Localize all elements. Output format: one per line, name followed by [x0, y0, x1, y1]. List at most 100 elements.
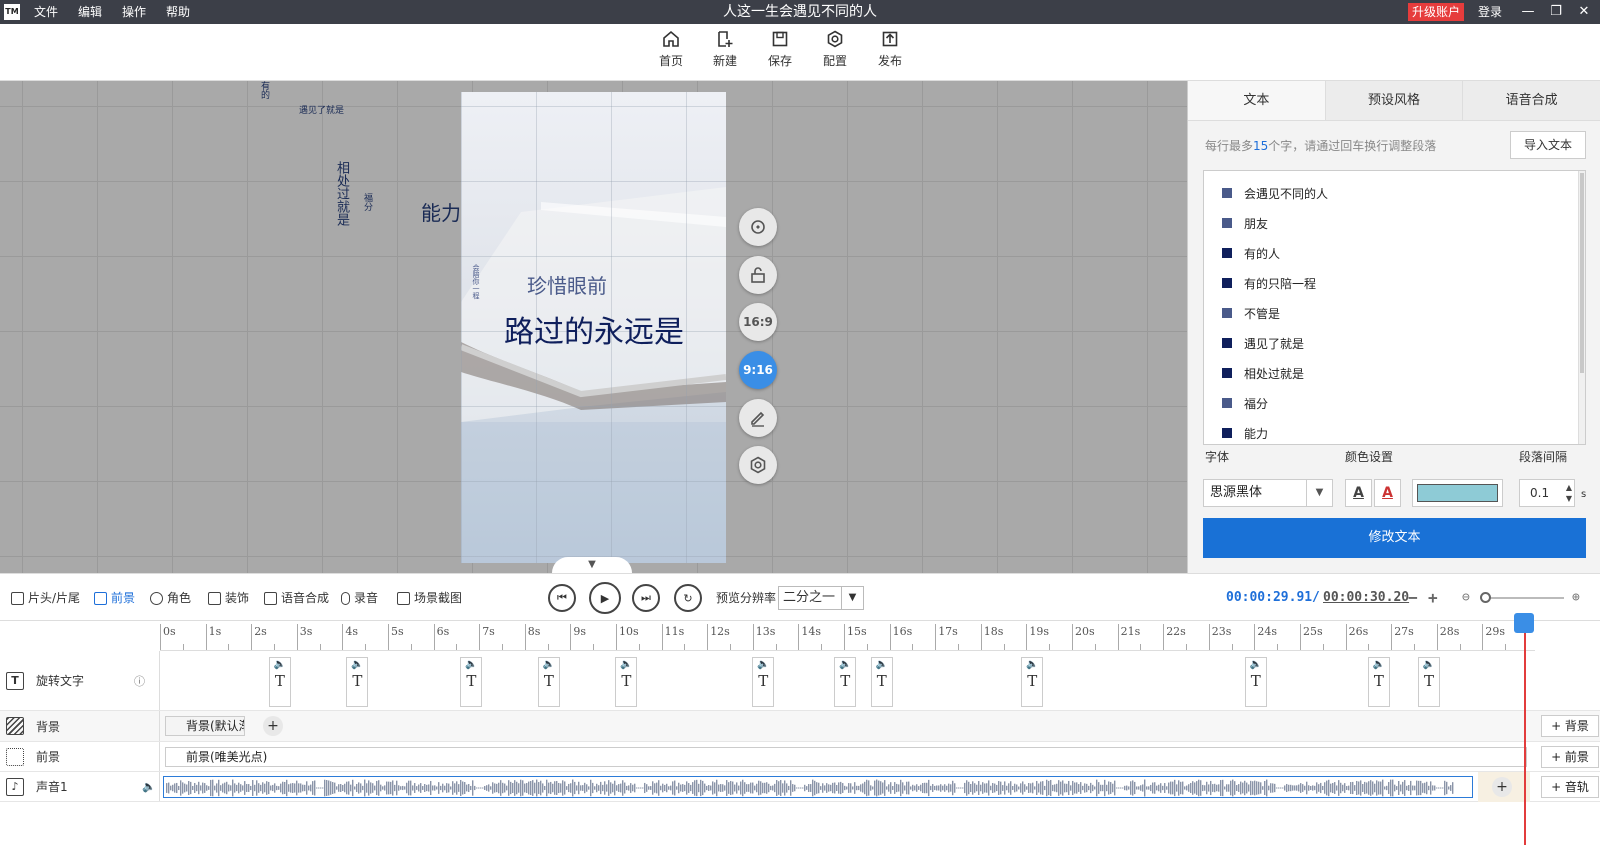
edit-button[interactable] — [739, 399, 777, 437]
canvas-text-fufen[interactable]: 福分 — [361, 193, 374, 211]
import-text-button[interactable]: 导入文本 — [1510, 131, 1586, 159]
modify-text-button[interactable]: 修改文本 — [1203, 518, 1586, 558]
add-audio-track-button[interactable]: + 音轨 — [1541, 776, 1599, 798]
text-clip-marker[interactable]: 🔈 T — [1021, 657, 1044, 707]
text-list-item[interactable]: 有的只陪一程 — [1222, 273, 1316, 293]
text-list-scrollbar[interactable] — [1578, 171, 1585, 444]
zoom-slider[interactable] — [1480, 592, 1564, 603]
save-button[interactable]: 保存 — [755, 30, 805, 69]
foreground-clip[interactable]: 前景(唯美光点) — [165, 747, 1527, 767]
text-clip-marker[interactable]: 🔈 T — [834, 657, 857, 707]
menu-help[interactable]: 帮助 — [166, 0, 190, 24]
ratio-9-16-button[interactable]: 9:16 — [739, 351, 777, 389]
tab-speech-synthesis[interactable]: 语音合成 — [1463, 81, 1600, 120]
record-button[interactable]: 录音 — [341, 574, 378, 622]
text-list-item[interactable]: 朋友 — [1222, 213, 1268, 233]
add-audio-clip-button[interactable]: + — [1492, 777, 1512, 797]
zoom-in-icon[interactable]: ⊕ — [1572, 574, 1580, 622]
speaker-icon[interactable]: 🔈 — [142, 780, 156, 793]
minimize-icon[interactable]: — — [1516, 0, 1540, 24]
publish-button[interactable]: 发布 — [865, 30, 915, 69]
menu-operate[interactable]: 操作 — [122, 0, 146, 24]
intro-outro-button[interactable]: 片头/片尾 — [11, 574, 80, 622]
resolution-select[interactable]: 二分之一 ▼ — [778, 586, 864, 610]
replay-button[interactable]: ↻ — [674, 584, 702, 612]
canvas-text-xiangchu[interactable]: 相处过就是 — [332, 161, 351, 226]
canvas-text-nengli[interactable]: 能力 — [421, 197, 461, 226]
background-clip[interactable]: 背景(默认渐 — [165, 716, 245, 736]
menu-file[interactable]: 文件 — [34, 0, 58, 24]
text-clip-marker[interactable]: 🔈 T — [268, 657, 291, 707]
help-icon[interactable]: ⓘ — [134, 673, 145, 689]
text-list-item[interactable]: 会遇见不同的人 — [1222, 183, 1328, 203]
ratio-16-9-button[interactable]: 16:9 — [739, 303, 777, 341]
color-swatch[interactable] — [1412, 479, 1503, 507]
add-foreground-button[interactable]: + 前景 — [1541, 746, 1599, 768]
zoom-slider-knob[interactable] — [1480, 592, 1491, 603]
time-minus-button[interactable]: − — [1408, 574, 1418, 622]
speech-synthesis-button[interactable]: 语音合成 — [264, 574, 329, 622]
text-clip-marker[interactable]: 🔈 T — [615, 657, 638, 707]
text-clip-marker[interactable]: 🔈 T — [1367, 657, 1390, 707]
role-button[interactable]: 角色 — [150, 574, 191, 622]
preview-text-small[interactable]: 会陪你一程 — [471, 264, 481, 299]
text-list-item[interactable]: 相处过就是 — [1222, 363, 1304, 383]
unlock-button[interactable] — [739, 256, 777, 294]
close-icon[interactable]: ✕ — [1572, 0, 1596, 24]
add-background-clip-button[interactable]: + — [263, 716, 283, 736]
upgrade-account-button[interactable]: 升级账户 — [1408, 3, 1465, 21]
tab-preset-style[interactable]: 预设风格 — [1325, 81, 1464, 120]
home-button[interactable]: 首页 — [646, 30, 696, 69]
font-select[interactable]: 思源黑体 ▼ — [1203, 479, 1333, 507]
canvas-text-yujian[interactable]: 遇见了就是 — [299, 103, 344, 116]
collapse-panel-button[interactable]: ▼ — [552, 557, 632, 573]
menu-edit[interactable]: 编辑 — [78, 0, 102, 24]
text-list-item[interactable]: 遇见了就是 — [1222, 333, 1304, 353]
text-list-item[interactable]: 福分 — [1222, 393, 1268, 413]
spacing-input[interactable]: 0.1 ▲ ▼ — [1519, 479, 1575, 507]
font-color-button[interactable]: A — [1345, 479, 1372, 507]
text-clip-marker[interactable]: 🔈 T — [346, 657, 369, 707]
text-clip-marker[interactable]: 🔈 T — [870, 657, 893, 707]
config-button[interactable]: 配置 — [810, 30, 860, 69]
text-clip-marker[interactable]: 🔈 T — [752, 657, 775, 707]
prev-frame-button[interactable]: ⏮ — [548, 584, 576, 612]
time-plus-button[interactable]: + — [1428, 574, 1438, 622]
ruler-tick — [1391, 624, 1393, 650]
canvas-text-youde[interactable]: 有的 — [258, 81, 271, 99]
rotate-button[interactable] — [739, 208, 777, 246]
text-list-item[interactable]: 能力 — [1222, 423, 1268, 443]
text-clip-marker[interactable]: 🔈 T — [460, 657, 483, 707]
restore-icon[interactable]: ❐ — [1544, 0, 1568, 24]
text-clip-marker[interactable]: 🔈 T — [1244, 657, 1267, 707]
text-clip-marker[interactable]: 🔈 T — [1418, 657, 1440, 707]
playhead[interactable] — [1524, 621, 1526, 845]
text-clip-marker[interactable]: 🔈 T — [537, 657, 560, 707]
time-ruler[interactable]: 0s 1s 2s 3s 4s 5s 6s 7s 8s 9s 10s 11s 12s 13s 14s 15s 16… — [160, 621, 1535, 651]
add-background-button[interactable]: + 背景 — [1541, 715, 1599, 737]
timeline[interactable]: 0s 1s 2s 3s 4s 5s 6s 7s 8s 9s 10s 11s 12s 13s 14s 15s 16… — [0, 613, 1600, 845]
outline-color-button[interactable]: A — [1374, 479, 1401, 507]
text-list-item[interactable]: 不管是 — [1222, 303, 1280, 323]
play-button[interactable]: ▶ — [589, 582, 621, 614]
zoom-out-icon[interactable]: ⊖ — [1462, 574, 1470, 622]
spinner-icon[interactable]: ▲ ▼ — [1566, 482, 1572, 504]
foreground-button[interactable]: 前景 — [94, 574, 135, 622]
text-list-item[interactable]: 有的人 — [1222, 243, 1280, 263]
tab-text[interactable]: 文本 — [1188, 81, 1326, 120]
login-button[interactable]: 登录 — [1478, 0, 1502, 24]
scene-screenshot-button[interactable]: 场景截图 — [397, 574, 462, 622]
next-frame-button[interactable]: ⏭ — [632, 584, 660, 612]
playhead-handle[interactable] — [1514, 613, 1534, 633]
text-list[interactable]: 会遇见不同的人 朋友有的人有的只陪一程 不管是遇见了就是相处过就是福分能力 — [1203, 170, 1586, 445]
new-button[interactable]: 新建 — [700, 30, 750, 69]
preview-text-cherish[interactable]: 珍惜眼前 — [527, 270, 607, 299]
ruler-subtick — [502, 644, 503, 650]
preview-text-passing[interactable]: 路过的永远是 — [504, 307, 684, 351]
audio-waveform[interactable] — [163, 776, 1473, 798]
editor-canvas[interactable]: 有的 遇见了就是 相处过就是 福分 能力 会陪你一程 珍惜眼前 路过的永远是 1… — [0, 81, 1187, 573]
settings-button[interactable] — [739, 446, 777, 484]
decoration-button[interactable]: 装饰 — [208, 574, 249, 622]
speaker-icon: 🔈 — [1026, 659, 1039, 670]
video-preview[interactable]: 会陪你一程 珍惜眼前 路过的永远是 — [461, 92, 726, 563]
